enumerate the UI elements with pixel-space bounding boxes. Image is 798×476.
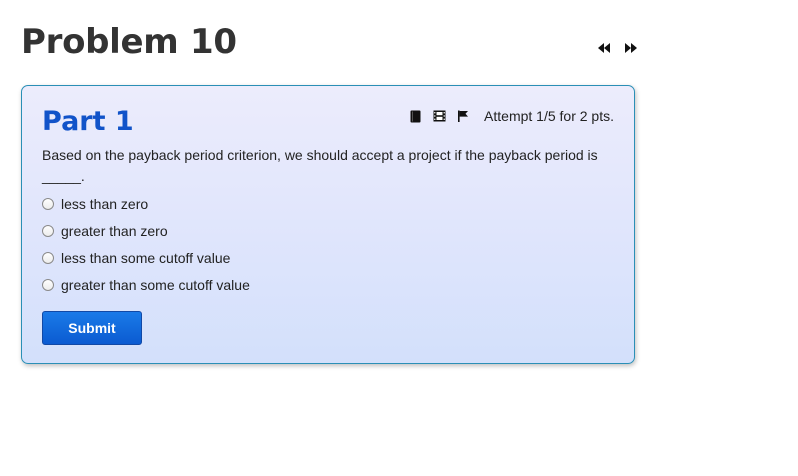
film-icon[interactable] bbox=[432, 109, 446, 123]
answer-option[interactable]: greater than some cutoff value bbox=[42, 271, 250, 298]
radio-button[interactable] bbox=[42, 251, 54, 264]
submit-button[interactable]: Submit bbox=[42, 311, 142, 345]
answer-option[interactable]: greater than zero bbox=[42, 217, 250, 244]
answer-option-label: less than some cutoff value bbox=[61, 249, 231, 266]
part-toolbar: Attempt 1/5 for 2 pts. bbox=[408, 107, 614, 125]
problem-navigation bbox=[597, 40, 637, 56]
radio-button[interactable] bbox=[42, 278, 54, 291]
answer-option-label: greater than zero bbox=[61, 222, 168, 239]
answer-option-label: less than zero bbox=[61, 195, 149, 212]
question-text: Based on the payback period criterion, w… bbox=[42, 147, 598, 184]
previous-problem-icon[interactable] bbox=[597, 41, 611, 55]
answer-option[interactable]: less than zero bbox=[42, 190, 250, 217]
attempt-counter: Attempt 1/5 for 2 pts. bbox=[484, 108, 614, 124]
part-card: Part 1 Attempt 1/5 for 2 pts. Based on t… bbox=[21, 85, 635, 364]
book-icon[interactable] bbox=[408, 109, 422, 123]
answer-option[interactable]: less than some cutoff value bbox=[42, 244, 250, 271]
radio-button[interactable] bbox=[42, 224, 54, 237]
flag-icon[interactable] bbox=[456, 109, 470, 123]
problem-page: Problem 10 Part 1 Attempt 1/5 for 2 pts.… bbox=[0, 0, 798, 476]
answer-options: less than zero greater than zero less th… bbox=[42, 190, 250, 298]
next-problem-icon[interactable] bbox=[623, 41, 637, 55]
answer-option-label: greater than some cutoff value bbox=[61, 276, 250, 293]
problem-title: Problem 10 bbox=[21, 22, 237, 62]
radio-button[interactable] bbox=[42, 197, 54, 210]
part-title: Part 1 bbox=[42, 106, 134, 137]
